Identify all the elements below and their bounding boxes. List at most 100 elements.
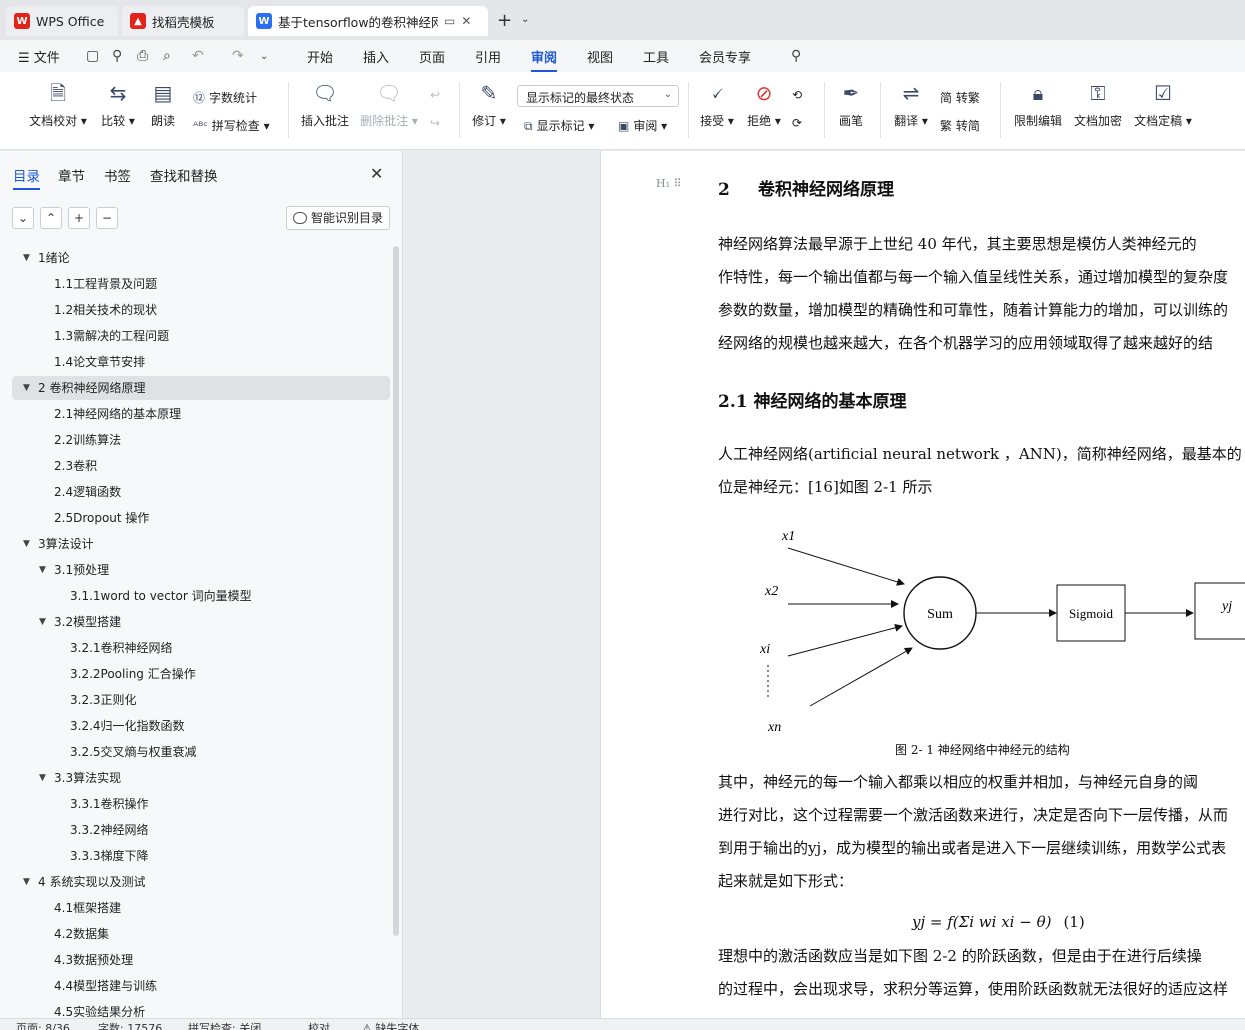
toc-item[interactable]: 4.5实验结果分析 <box>12 1000 390 1018</box>
revise-button[interactable]: ✎ 修订 ▾ <box>470 80 508 129</box>
toc-item[interactable]: ▼ 3.2模型搭建 <box>12 610 390 634</box>
toc-item[interactable]: 3.2.4归一化指数函数 <box>12 714 390 738</box>
toc-item[interactable]: 2.3卷积 <box>12 454 390 478</box>
expand-arrow-icon[interactable]: ▼ <box>39 610 46 634</box>
markup-state-select[interactable]: 显示标记的最终状态 ⌄ <box>517 85 679 107</box>
collapse-down-icon[interactable]: ⌄ <box>12 207 34 229</box>
status-words[interactable]: 字数: 17576 <box>98 1020 162 1030</box>
menu-insert[interactable]: 插入 <box>363 47 389 66</box>
review-pane-button[interactable]: ▣ 审阅 ▾ <box>618 117 667 134</box>
monitor-icon[interactable]: ▭ <box>444 14 455 28</box>
file-menu[interactable]: ☰ 文件 <box>18 47 60 66</box>
show-markup-button[interactable]: ⧉ 显示标记 ▾ <box>524 117 594 134</box>
toc-item[interactable]: 3.2.3正则化 <box>12 688 390 712</box>
expand-arrow-icon[interactable]: ▼ <box>23 532 30 556</box>
tab-find-replace[interactable]: 查找和替换 <box>150 165 218 185</box>
menu-page[interactable]: 页面 <box>419 47 445 66</box>
next-comment-icon[interactable]: ↪ <box>430 116 440 130</box>
smart-toc-button[interactable]: 智能识别目录 <box>286 206 390 230</box>
toc-item[interactable]: 1.1工程背景及问题 <box>12 272 390 296</box>
toc-item[interactable]: ▼ 4 系统实现以及测试 <box>12 870 390 894</box>
print-preview-icon[interactable]: ⌕ <box>163 48 171 64</box>
heading-drag-handle-icon[interactable]: H₁ ⠿ <box>656 177 682 190</box>
toc-item[interactable]: 4.4模型搭建与训练 <box>12 974 390 998</box>
remove-heading-icon[interactable]: − <box>96 207 118 229</box>
word-count-button[interactable]: ⑫ 字数统计 <box>193 89 257 106</box>
toc-item[interactable]: ▼ 3.1预处理 <box>12 558 390 582</box>
toc-item[interactable]: 3.3.2神经网络 <box>12 818 390 842</box>
close-tab-icon[interactable]: ✕ <box>461 14 471 28</box>
expand-arrow-icon[interactable]: ▼ <box>39 766 46 790</box>
search-icon[interactable]: ⚲ <box>791 48 801 64</box>
expand-arrow-icon[interactable]: ▼ <box>39 558 46 582</box>
status-proof[interactable]: 校对 <box>308 1020 330 1030</box>
tab-current-document[interactable]: W 基于tensorflow的卷积神经网络 ▭ ✕ <box>248 6 488 36</box>
close-icon[interactable]: ✕ <box>370 164 383 183</box>
delete-comment-button[interactable]: 🗨 删除批注 ▾ <box>360 80 418 129</box>
toc-item[interactable]: 3.2.5交叉熵与权重衰减 <box>12 740 390 764</box>
menu-references[interactable]: 引用 <box>475 47 501 66</box>
expand-arrow-icon[interactable]: ▼ <box>23 376 30 400</box>
status-spell-check[interactable]: 拼写检查: 关闭 <box>188 1020 261 1030</box>
toc-item[interactable]: 1.2相关技术的现状 <box>12 298 390 322</box>
toc-item[interactable]: ▼ 1绪论 <box>12 246 390 270</box>
menu-review[interactable]: 审阅 <box>531 47 558 72</box>
quick-access-chevron-icon[interactable]: ⌄ <box>260 51 268 62</box>
sidebar-scrollbar[interactable] <box>393 246 399 936</box>
toc-item[interactable]: 2.1神经网络的基本原理 <box>12 402 390 426</box>
insert-comment-button[interactable]: 🗨 插入批注 <box>300 80 350 129</box>
tab-toc[interactable]: 目录 <box>13 165 40 190</box>
chevron-down-icon[interactable]: ⌄ <box>521 14 529 25</box>
translate-button[interactable]: ⇌ 翻译 ▾ <box>892 80 930 129</box>
toc-item[interactable]: 3.3.1卷积操作 <box>12 792 390 816</box>
menu-tools[interactable]: 工具 <box>643 47 669 66</box>
redo-icon[interactable]: ↷ <box>232 48 244 64</box>
doc-check-button[interactable]: 🗎 文档校对 ▾ <box>28 80 88 129</box>
tab-wps-office[interactable]: W WPS Office <box>6 6 118 36</box>
toc-item[interactable]: 4.2数据集 <box>12 922 390 946</box>
expand-arrow-icon[interactable]: ▼ <box>23 870 30 894</box>
pen-button[interactable]: ✒ 画笔 <box>836 80 866 129</box>
next-change-icon[interactable]: ⟳ <box>792 116 802 130</box>
prev-comment-icon[interactable]: ↩ <box>430 88 440 102</box>
add-heading-icon[interactable]: + <box>68 207 90 229</box>
simp-to-trad-button[interactable]: 简 转繁 <box>940 89 980 106</box>
status-missing-font[interactable]: ⚠ 缺失字体 <box>362 1020 419 1030</box>
toc-item[interactable]: 3.1.1word to vector 词向量模型 <box>12 584 390 608</box>
tab-sections[interactable]: 章节 <box>58 165 85 185</box>
toc-item[interactable]: 4.3数据预处理 <box>12 948 390 972</box>
spell-check-button[interactable]: ᴬᴮᶜ 拼写检查 ▾ <box>193 117 270 134</box>
toc-item[interactable]: 3.3.3梯度下降 <box>12 844 390 868</box>
tab-bookmarks[interactable]: 书签 <box>104 165 131 185</box>
trad-to-simp-button[interactable]: 繁 转简 <box>940 117 980 134</box>
link-icon[interactable]: ⚲ <box>112 48 122 64</box>
menu-home[interactable]: 开始 <box>307 47 333 66</box>
status-page[interactable]: 页面: 8/36 <box>16 1020 70 1030</box>
toc-item[interactable]: 1.4论文章节安排 <box>12 350 390 374</box>
encrypt-button[interactable]: ⚿ 文档加密 <box>1072 80 1124 129</box>
collapse-up-icon[interactable]: ⌃ <box>40 207 62 229</box>
toc-item[interactable]: ▼ 2 卷积神经网络原理 <box>12 376 390 400</box>
toc-item[interactable]: 2.5Dropout 操作 <box>12 506 390 530</box>
finalize-button[interactable]: ☑ 文档定稿 ▾ <box>1132 80 1194 129</box>
print-icon[interactable]: ⎙ <box>137 48 148 64</box>
menu-member[interactable]: 会员专享 <box>699 47 751 66</box>
save-icon[interactable]: ▢ <box>86 48 99 64</box>
toc-item[interactable]: 3.2.1卷积神经网络 <box>12 636 390 660</box>
read-aloud-button[interactable]: ▤ 朗读 <box>148 80 178 129</box>
undo-icon[interactable]: ↶ <box>192 48 204 64</box>
accept-button[interactable]: 🗸 接受 ▾ <box>698 80 736 129</box>
toc-item[interactable]: 2.2训练算法 <box>12 428 390 452</box>
toc-item[interactable]: 2.4逻辑函数 <box>12 480 390 504</box>
toc-item[interactable]: ▼ 3算法设计 <box>12 532 390 556</box>
restrict-edit-button[interactable]: 🔒︎ 限制编辑 <box>1012 80 1064 129</box>
prev-change-icon[interactable]: ⟲ <box>792 88 802 102</box>
new-tab-plus-icon[interactable]: + <box>497 10 512 31</box>
toc-item[interactable]: 4.1框架搭建 <box>12 896 390 920</box>
toc-item[interactable]: ▼ 3.3算法实现 <box>12 766 390 790</box>
toc-item[interactable]: 3.2.2Pooling 汇合操作 <box>12 662 390 686</box>
toc-item[interactable]: 1.3需解决的工程问题 <box>12 324 390 348</box>
menu-view[interactable]: 视图 <box>587 47 613 66</box>
expand-arrow-icon[interactable]: ▼ <box>23 246 30 270</box>
compare-button[interactable]: ⇆ 比较 ▾ <box>98 80 138 129</box>
